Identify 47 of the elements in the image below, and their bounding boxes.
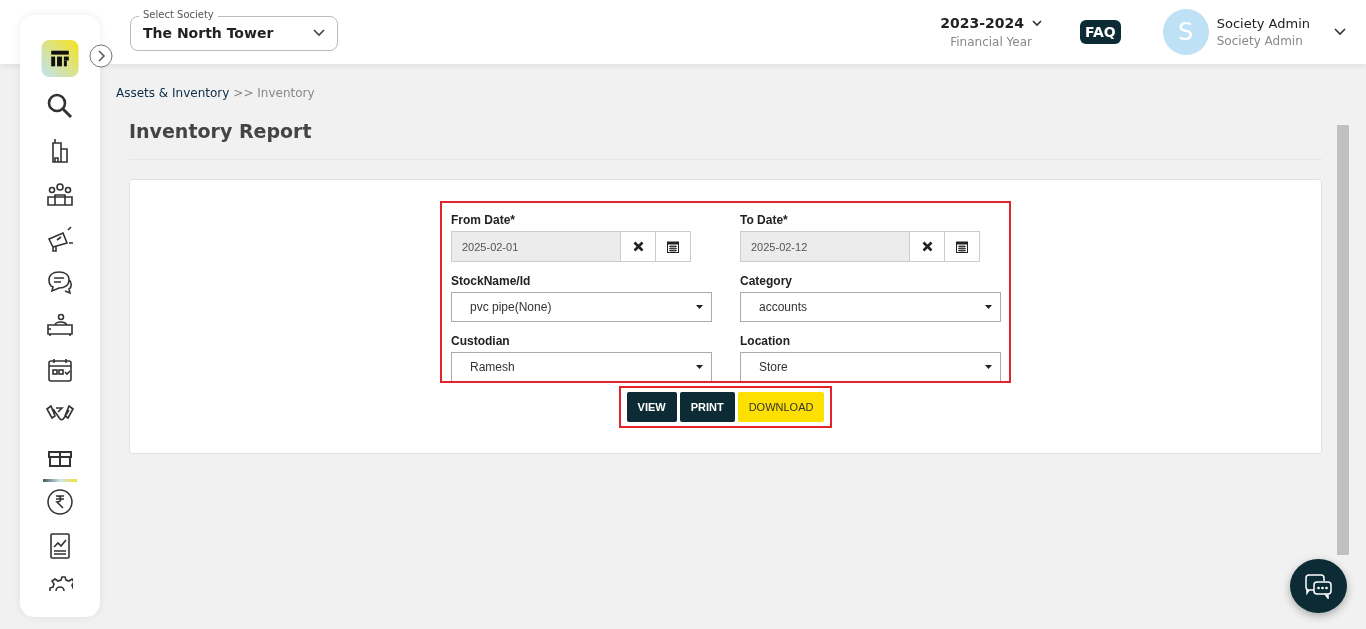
user-name: Society Admin — [1216, 16, 1310, 31]
caret-down-icon — [985, 365, 992, 369]
close-icon — [632, 241, 644, 252]
action-button[interactable]: DOWNLOAD — [737, 392, 825, 422]
avatar: S — [1162, 9, 1209, 55]
chat-icon — [1304, 573, 1333, 599]
dropdown-field[interactable]: Ramesh — [451, 352, 712, 381]
society-select-label: Select Society — [139, 8, 218, 20]
clear-button[interactable] — [910, 231, 945, 262]
close-icon — [921, 241, 933, 252]
calendar-icon — [956, 240, 968, 253]
financial-year-select[interactable]: 2023-2024 — [940, 15, 1024, 31]
breadcrumb-current: >> Inventory — [233, 86, 315, 100]
rupee-icon — [45, 487, 75, 518]
app-logo-icon — [41, 40, 79, 78]
chevron-down-icon — [1031, 19, 1042, 27]
caret-down-icon — [696, 305, 703, 309]
megaphone-icon — [45, 223, 75, 254]
date-field[interactable]: 2025-02-12 — [740, 231, 910, 262]
faq-button[interactable]: FAQ — [1079, 20, 1121, 44]
calendar-icon — [667, 240, 679, 253]
financial-year-label: Financial Year — [950, 35, 1032, 49]
field-label: StockName/Id — [451, 274, 532, 288]
field-label: From Date* — [451, 213, 516, 227]
caret-down-icon — [985, 305, 992, 309]
action-button[interactable]: PRINT — [679, 392, 735, 422]
chat-button[interactable] — [1290, 559, 1347, 613]
field-label: To Date* — [740, 213, 789, 227]
calendar-button[interactable] — [945, 231, 980, 262]
date-field[interactable]: 2025-02-01 — [451, 231, 621, 262]
action-button[interactable]: VIEW — [626, 392, 677, 422]
chevron-down-icon[interactable] — [1334, 28, 1346, 36]
breadcrumb-link[interactable]: Assets & Inventory — [116, 86, 230, 100]
clear-button[interactable] — [621, 231, 656, 262]
dropdown-field[interactable]: accounts — [740, 292, 1001, 322]
calendar-button[interactable] — [656, 231, 691, 262]
gear-icon — [47, 575, 73, 593]
chevron-down-icon — [313, 29, 325, 37]
page-title: Inventory Report — [129, 120, 1322, 160]
field-label: Category — [740, 274, 793, 288]
field-label: Custodian — [451, 334, 511, 348]
caret-down-icon — [696, 365, 703, 369]
field-label: Location — [740, 334, 791, 348]
dropdown-field[interactable]: Store — [740, 352, 1001, 381]
user-role: Society Admin — [1216, 34, 1304, 48]
dropdown-field[interactable]: pvc pipe(None) — [451, 292, 712, 322]
expand-sidebar-icon[interactable] — [89, 44, 113, 68]
